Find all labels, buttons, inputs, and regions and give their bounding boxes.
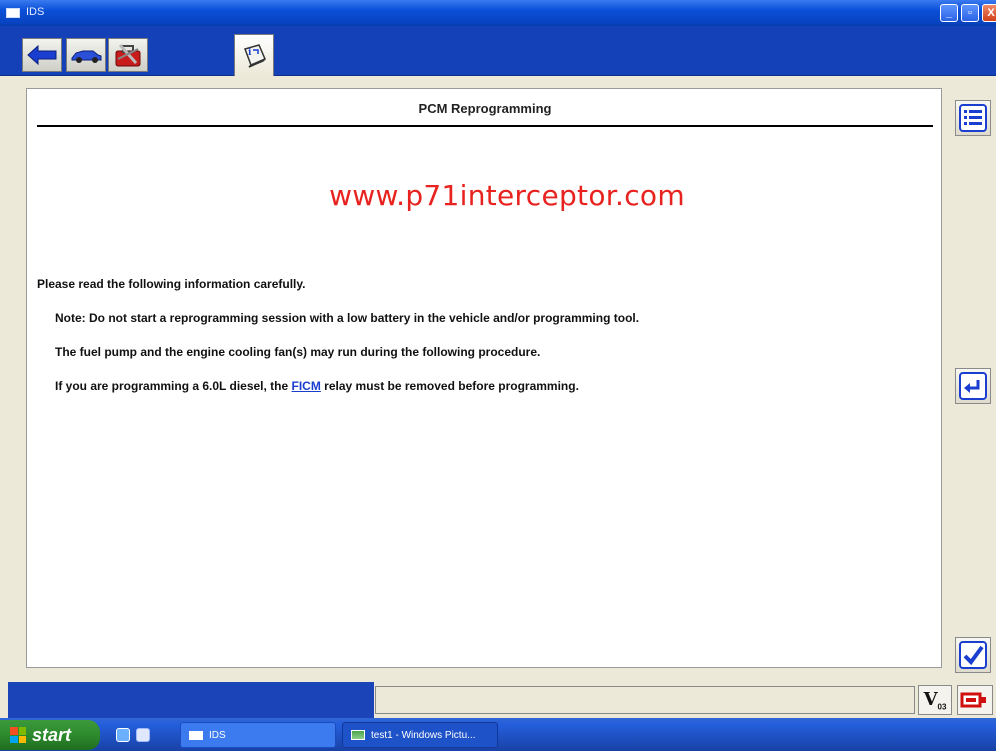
confirm-button[interactable] [955, 637, 991, 673]
title-bar: IDS _ ▫ X [0, 0, 996, 26]
start-label: start [32, 724, 72, 745]
info-book-icon: i [244, 43, 266, 68]
vcm-connection-indicator[interactable] [957, 685, 993, 715]
close-button[interactable]: X [982, 4, 996, 22]
taskbar-item-ids[interactable]: IDS [180, 722, 336, 748]
list-button[interactable] [955, 100, 991, 136]
note-low-battery: Note: Do not start a reprogramming sessi… [55, 311, 640, 325]
watermark-text: www.p71interceptor.com [329, 179, 685, 212]
taskbar-item-label: IDS [209, 729, 226, 741]
return-arrow-icon [959, 372, 987, 400]
svg-text:i: i [248, 48, 252, 58]
status-bar: V03 [0, 682, 996, 718]
return-button[interactable] [955, 368, 991, 404]
back-button[interactable] [22, 38, 62, 72]
toolbox-button[interactable] [108, 38, 148, 72]
page-title: PCM Reprogramming [418, 101, 552, 116]
title-divider [37, 125, 933, 127]
vehicle-button[interactable] [66, 38, 106, 72]
battery-voltage-indicator[interactable]: V03 [918, 685, 952, 715]
toolbox-icon [115, 44, 141, 67]
instruction-heading: Please read the following information ca… [37, 277, 306, 291]
status-message-field [375, 686, 915, 714]
car-icon [71, 50, 102, 63]
window-app-icon [6, 8, 20, 18]
start-button[interactable]: start [0, 720, 100, 750]
taskbar: start IDS test1 - Windows Pictu... [0, 718, 996, 751]
maximize-button[interactable]: ▫ [961, 4, 979, 22]
status-left-panel [8, 682, 374, 718]
window-title: IDS [26, 6, 45, 18]
ids-window: IDS _ ▫ X i PCM Reprogramming www.p71int… [0, 0, 996, 751]
note-fuel-pump: The fuel pump and the engine cooling fan… [55, 345, 541, 359]
note-ficm-prefix: If you are programming a 6.0L diesel, th… [55, 379, 292, 393]
list-icon [959, 104, 987, 132]
ids-window-icon [189, 730, 203, 740]
vbat-label: V [923, 689, 938, 710]
taskbar-item-picture-viewer[interactable]: test1 - Windows Pictu... [342, 722, 498, 748]
windows-logo-icon [10, 727, 26, 743]
info-tab-button[interactable]: i [234, 34, 274, 76]
back-arrow-icon [27, 44, 57, 66]
quicklaunch-desktop-icon[interactable] [136, 728, 150, 742]
checkmark-icon [959, 641, 987, 669]
vcm-connection-icon [960, 692, 986, 708]
note-ficm-suffix: relay must be removed before programming… [320, 379, 579, 393]
note-ficm-relay: If you are programming a 6.0L diesel, th… [55, 379, 579, 393]
quicklaunch-ie-icon[interactable] [116, 728, 130, 742]
taskbar-item-label: test1 - Windows Pictu... [371, 729, 476, 741]
toolbar: i [0, 26, 996, 76]
content-panel: PCM Reprogramming www.p71interceptor.com… [26, 88, 942, 668]
ficm-link[interactable]: FICM [292, 379, 321, 393]
minimize-button[interactable]: _ [940, 4, 958, 22]
picture-viewer-icon [351, 730, 365, 740]
vbat-sub: 03 [937, 702, 947, 712]
